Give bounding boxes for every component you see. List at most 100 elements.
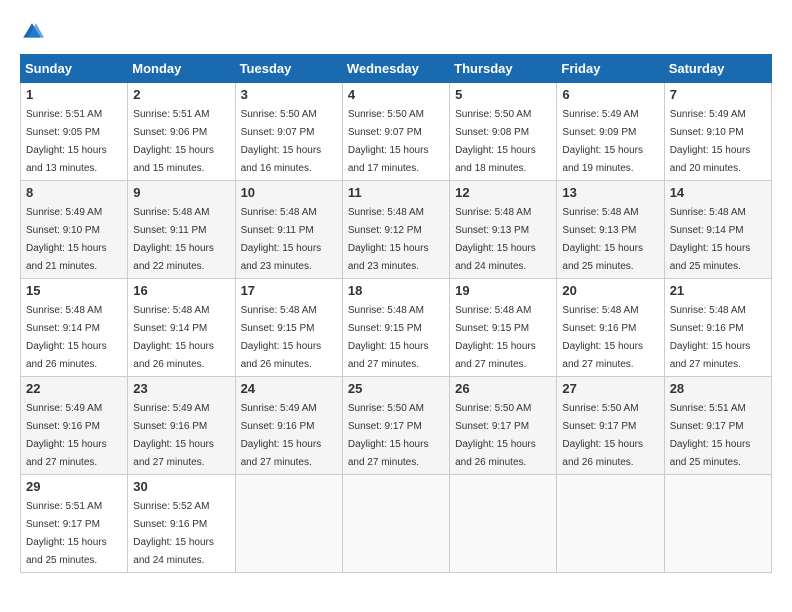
day-info: Sunrise: 5:48 AMSunset: 9:16 PMDaylight:… [562, 305, 643, 370]
day-info: Sunrise: 5:48 AMSunset: 9:15 PMDaylight:… [241, 305, 322, 370]
calendar-day: 17 Sunrise: 5:48 AMSunset: 9:15 PMDaylig… [235, 279, 342, 377]
calendar-day: 15 Sunrise: 5:48 AMSunset: 9:14 PMDaylig… [21, 279, 128, 377]
day-number: 18 [348, 283, 444, 298]
empty-cell [342, 475, 449, 573]
day-number: 14 [670, 185, 766, 200]
weekday-header: Wednesday [342, 55, 449, 83]
day-number: 22 [26, 381, 122, 396]
logo-icon [20, 20, 44, 44]
weekday-header: Friday [557, 55, 664, 83]
calendar-day: 3 Sunrise: 5:50 AMSunset: 9:07 PMDayligh… [235, 83, 342, 181]
day-number: 25 [348, 381, 444, 396]
calendar-day: 21 Sunrise: 5:48 AMSunset: 9:16 PMDaylig… [664, 279, 771, 377]
day-number: 8 [26, 185, 122, 200]
day-number: 6 [562, 87, 658, 102]
day-info: Sunrise: 5:49 AMSunset: 9:16 PMDaylight:… [133, 403, 214, 468]
weekday-header: Tuesday [235, 55, 342, 83]
day-info: Sunrise: 5:48 AMSunset: 9:13 PMDaylight:… [455, 207, 536, 272]
day-info: Sunrise: 5:48 AMSunset: 9:14 PMDaylight:… [670, 207, 751, 272]
empty-cell [557, 475, 664, 573]
day-info: Sunrise: 5:49 AMSunset: 9:16 PMDaylight:… [241, 403, 322, 468]
day-info: Sunrise: 5:51 AMSunset: 9:05 PMDaylight:… [26, 109, 107, 174]
calendar-day: 9 Sunrise: 5:48 AMSunset: 9:11 PMDayligh… [128, 181, 235, 279]
day-number: 19 [455, 283, 551, 298]
weekday-header: Saturday [664, 55, 771, 83]
calendar-day: 1 Sunrise: 5:51 AMSunset: 9:05 PMDayligh… [21, 83, 128, 181]
calendar-day: 27 Sunrise: 5:50 AMSunset: 9:17 PMDaylig… [557, 377, 664, 475]
calendar-day: 23 Sunrise: 5:49 AMSunset: 9:16 PMDaylig… [128, 377, 235, 475]
day-info: Sunrise: 5:50 AMSunset: 9:07 PMDaylight:… [241, 109, 322, 174]
day-info: Sunrise: 5:50 AMSunset: 9:08 PMDaylight:… [455, 109, 536, 174]
calendar-day: 2 Sunrise: 5:51 AMSunset: 9:06 PMDayligh… [128, 83, 235, 181]
calendar-day: 29 Sunrise: 5:51 AMSunset: 9:17 PMDaylig… [21, 475, 128, 573]
day-number: 10 [241, 185, 337, 200]
day-number: 4 [348, 87, 444, 102]
day-number: 21 [670, 283, 766, 298]
calendar-day: 28 Sunrise: 5:51 AMSunset: 9:17 PMDaylig… [664, 377, 771, 475]
logo [20, 20, 48, 44]
calendar-day: 10 Sunrise: 5:48 AMSunset: 9:11 PMDaylig… [235, 181, 342, 279]
day-info: Sunrise: 5:49 AMSunset: 9:10 PMDaylight:… [670, 109, 751, 174]
empty-cell [235, 475, 342, 573]
day-info: Sunrise: 5:48 AMSunset: 9:11 PMDaylight:… [133, 207, 214, 272]
day-number: 26 [455, 381, 551, 396]
day-info: Sunrise: 5:51 AMSunset: 9:06 PMDaylight:… [133, 109, 214, 174]
day-number: 13 [562, 185, 658, 200]
weekday-header: Thursday [450, 55, 557, 83]
day-number: 11 [348, 185, 444, 200]
day-info: Sunrise: 5:51 AMSunset: 9:17 PMDaylight:… [670, 403, 751, 468]
calendar-day: 19 Sunrise: 5:48 AMSunset: 9:15 PMDaylig… [450, 279, 557, 377]
calendar-day: 30 Sunrise: 5:52 AMSunset: 9:16 PMDaylig… [128, 475, 235, 573]
day-info: Sunrise: 5:50 AMSunset: 9:17 PMDaylight:… [455, 403, 536, 468]
weekday-header: Monday [128, 55, 235, 83]
day-info: Sunrise: 5:50 AMSunset: 9:07 PMDaylight:… [348, 109, 429, 174]
day-info: Sunrise: 5:48 AMSunset: 9:14 PMDaylight:… [26, 305, 107, 370]
day-info: Sunrise: 5:49 AMSunset: 9:10 PMDaylight:… [26, 207, 107, 272]
calendar-day: 7 Sunrise: 5:49 AMSunset: 9:10 PMDayligh… [664, 83, 771, 181]
day-info: Sunrise: 5:51 AMSunset: 9:17 PMDaylight:… [26, 501, 107, 566]
day-number: 12 [455, 185, 551, 200]
calendar-day: 6 Sunrise: 5:49 AMSunset: 9:09 PMDayligh… [557, 83, 664, 181]
day-number: 16 [133, 283, 229, 298]
day-number: 3 [241, 87, 337, 102]
day-info: Sunrise: 5:48 AMSunset: 9:15 PMDaylight:… [348, 305, 429, 370]
calendar-day: 11 Sunrise: 5:48 AMSunset: 9:12 PMDaylig… [342, 181, 449, 279]
day-number: 23 [133, 381, 229, 396]
calendar-day: 12 Sunrise: 5:48 AMSunset: 9:13 PMDaylig… [450, 181, 557, 279]
calendar-day: 13 Sunrise: 5:48 AMSunset: 9:13 PMDaylig… [557, 181, 664, 279]
calendar: SundayMondayTuesdayWednesdayThursdayFrid… [20, 54, 772, 573]
day-info: Sunrise: 5:50 AMSunset: 9:17 PMDaylight:… [562, 403, 643, 468]
day-number: 9 [133, 185, 229, 200]
calendar-day: 20 Sunrise: 5:48 AMSunset: 9:16 PMDaylig… [557, 279, 664, 377]
calendar-day: 24 Sunrise: 5:49 AMSunset: 9:16 PMDaylig… [235, 377, 342, 475]
day-info: Sunrise: 5:48 AMSunset: 9:15 PMDaylight:… [455, 305, 536, 370]
day-info: Sunrise: 5:50 AMSunset: 9:17 PMDaylight:… [348, 403, 429, 468]
day-info: Sunrise: 5:48 AMSunset: 9:12 PMDaylight:… [348, 207, 429, 272]
calendar-day: 4 Sunrise: 5:50 AMSunset: 9:07 PMDayligh… [342, 83, 449, 181]
day-number: 20 [562, 283, 658, 298]
day-number: 15 [26, 283, 122, 298]
day-number: 29 [26, 479, 122, 494]
calendar-day: 22 Sunrise: 5:49 AMSunset: 9:16 PMDaylig… [21, 377, 128, 475]
day-number: 7 [670, 87, 766, 102]
day-info: Sunrise: 5:48 AMSunset: 9:16 PMDaylight:… [670, 305, 751, 370]
empty-cell [664, 475, 771, 573]
day-number: 30 [133, 479, 229, 494]
empty-cell [450, 475, 557, 573]
day-info: Sunrise: 5:49 AMSunset: 9:16 PMDaylight:… [26, 403, 107, 468]
day-info: Sunrise: 5:48 AMSunset: 9:13 PMDaylight:… [562, 207, 643, 272]
day-number: 28 [670, 381, 766, 396]
day-number: 24 [241, 381, 337, 396]
weekday-header: Sunday [21, 55, 128, 83]
calendar-day: 25 Sunrise: 5:50 AMSunset: 9:17 PMDaylig… [342, 377, 449, 475]
calendar-day: 14 Sunrise: 5:48 AMSunset: 9:14 PMDaylig… [664, 181, 771, 279]
calendar-day: 26 Sunrise: 5:50 AMSunset: 9:17 PMDaylig… [450, 377, 557, 475]
day-info: Sunrise: 5:49 AMSunset: 9:09 PMDaylight:… [562, 109, 643, 174]
day-number: 17 [241, 283, 337, 298]
calendar-day: 5 Sunrise: 5:50 AMSunset: 9:08 PMDayligh… [450, 83, 557, 181]
day-number: 2 [133, 87, 229, 102]
day-info: Sunrise: 5:52 AMSunset: 9:16 PMDaylight:… [133, 501, 214, 566]
calendar-day: 8 Sunrise: 5:49 AMSunset: 9:10 PMDayligh… [21, 181, 128, 279]
day-number: 5 [455, 87, 551, 102]
day-number: 27 [562, 381, 658, 396]
